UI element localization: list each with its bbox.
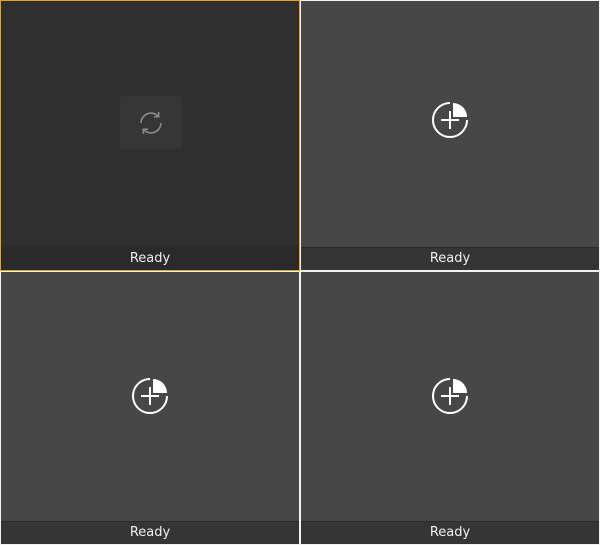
loading-indicator: [120, 96, 182, 149]
video-pane-2[interactable]: Ready: [301, 1, 599, 270]
add-video-icon[interactable]: [430, 376, 470, 416]
video-grid: Ready Ready Ready Ready: [0, 0, 600, 545]
refresh-icon: [140, 111, 162, 135]
pane-status: Ready: [301, 521, 599, 544]
pane-status: Ready: [1, 521, 299, 544]
add-video-icon[interactable]: [130, 376, 170, 416]
pane-status: Ready: [1, 247, 299, 270]
add-video-icon[interactable]: [430, 100, 470, 140]
video-pane-3[interactable]: Ready: [1, 272, 299, 544]
video-pane-1[interactable]: Ready: [1, 1, 299, 270]
pane-status: Ready: [301, 247, 599, 270]
video-pane-4[interactable]: Ready: [301, 272, 599, 544]
